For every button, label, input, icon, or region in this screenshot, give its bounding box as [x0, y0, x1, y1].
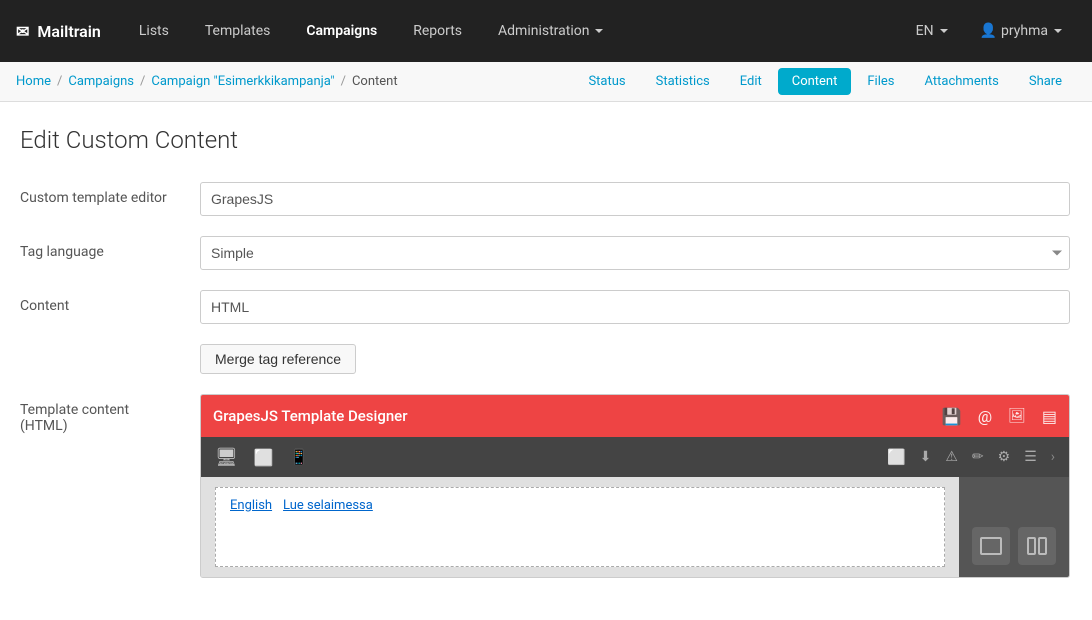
grapes-canvas-link-lue[interactable]: Lue selaimessa: [283, 498, 373, 513]
breadcrumb-sep-3: /: [341, 74, 346, 89]
breadcrumb-campaign-name[interactable]: Campaign "Esimerkkikampanja": [151, 74, 334, 89]
tab-edit[interactable]: Edit: [726, 68, 776, 95]
tag-language-select-wrapper: Simple Handlebars None: [200, 236, 1070, 270]
tag-language-select[interactable]: Simple Handlebars None: [200, 236, 1070, 270]
grapes-save-icon[interactable]: 💾: [942, 407, 962, 426]
nav-right: EN 👤 pryhma: [902, 15, 1076, 47]
custom-template-editor-group: Custom template editor: [20, 182, 1072, 216]
tag-language-group: Tag language Simple Handlebars None: [20, 236, 1072, 270]
breadcrumb-campaigns[interactable]: Campaigns: [68, 74, 134, 89]
template-content-label: Template content (HTML): [20, 394, 200, 434]
navbar: ✉ Mailtrain Lists Templates Campaigns Re…: [0, 0, 1092, 62]
breadcrumb-sep-1: /: [57, 74, 62, 89]
nav-lists[interactable]: Lists: [125, 15, 183, 47]
grapes-designer: GrapesJS Template Designer 💾 @ 🖼 ▤ 🖥 ⬜ 📱: [200, 394, 1070, 578]
content-group: Content: [20, 290, 1072, 324]
tab-files[interactable]: Files: [853, 68, 908, 95]
nav-templates[interactable]: Templates: [191, 15, 285, 47]
tab-status[interactable]: Status: [574, 68, 639, 95]
template-content-group: Template content (HTML) GrapesJS Templat…: [20, 394, 1072, 578]
grapes-header: GrapesJS Template Designer 💾 @ 🖼 ▤: [201, 395, 1069, 437]
tab-content[interactable]: Content: [778, 68, 852, 95]
grapes-menu-icon[interactable]: ☰: [1020, 445, 1041, 469]
grapes-pencil-icon[interactable]: ✏: [968, 445, 988, 469]
tab-share[interactable]: Share: [1015, 68, 1076, 95]
tag-language-label: Tag language: [20, 236, 200, 260]
subnav: Home / Campaigns / Campaign "Esimerkkika…: [0, 62, 1092, 102]
nav-user[interactable]: 👤 pryhma: [966, 15, 1076, 47]
nav-administration[interactable]: Administration: [484, 15, 617, 47]
merge-tag-reference-button[interactable]: Merge tag reference: [200, 344, 356, 374]
grapes-settings-icon[interactable]: ⚙: [994, 445, 1015, 469]
subnav-tabs: Status Statistics Edit Content Files Att…: [574, 68, 1076, 95]
content-label: Content: [20, 290, 200, 314]
grapes-content: English Lue selaimessa: [201, 477, 1069, 577]
envelope-icon: ✉: [16, 22, 29, 41]
grapes-canvas: English Lue selaimessa: [201, 477, 959, 577]
tab-statistics[interactable]: Statistics: [642, 68, 724, 95]
page-title: Edit Custom Content: [20, 126, 1072, 154]
chevron-down-icon: [595, 29, 603, 33]
breadcrumb-home[interactable]: Home: [16, 74, 51, 89]
breadcrumb: Home / Campaigns / Campaign "Esimerkkika…: [16, 74, 574, 89]
split-view-icon: [1027, 537, 1047, 555]
grapes-extra-icon[interactable]: ›: [1047, 445, 1059, 469]
full-view-icon: [980, 537, 1002, 555]
grapes-panel-right: [959, 477, 1069, 577]
main-content: Edit Custom Content Custom template edit…: [0, 102, 1092, 618]
brand-name: Mailtrain: [37, 22, 100, 41]
grapes-panel-split-icon[interactable]: [1018, 527, 1056, 565]
grapes-tablet-icon[interactable]: ⬜: [250, 444, 278, 471]
grapes-layers-icon[interactable]: ▤: [1042, 407, 1057, 426]
chevron-down-icon-user: [1054, 29, 1062, 33]
grapes-desktop-icon[interactable]: 🖥: [211, 443, 242, 472]
merge-tag-button-row: Merge tag reference: [20, 344, 1072, 374]
grapes-select-icon[interactable]: ⬜: [883, 444, 910, 470]
grapes-toolbar: 🖥 ⬜ 📱 ⬜ ⬇ ⚠ ✏ ⚙ ☰ ›: [201, 437, 1069, 477]
grapes-warning-icon[interactable]: ⚠: [941, 445, 962, 469]
grapes-panel-full-icon[interactable]: [972, 527, 1010, 565]
breadcrumb-current: Content: [352, 74, 398, 89]
grapes-image-icon[interactable]: 🖼: [1008, 408, 1026, 424]
user-icon: 👤: [980, 23, 997, 39]
custom-template-editor-label: Custom template editor: [20, 182, 200, 206]
breadcrumb-sep-2: /: [140, 74, 145, 89]
custom-template-editor-input[interactable]: [200, 182, 1070, 216]
grapes-header-icons: 💾 @ 🖼 ▤: [942, 407, 1057, 426]
grapes-title: GrapesJS Template Designer: [213, 407, 942, 425]
chevron-down-icon-lang: [940, 29, 948, 33]
grapes-panel-icons-row: [972, 527, 1056, 565]
tab-attachments[interactable]: Attachments: [911, 68, 1013, 95]
nav-campaigns[interactable]: Campaigns: [292, 15, 391, 47]
grapes-download-icon[interactable]: ⬇: [916, 445, 936, 469]
grapes-toolbar-left: 🖥 ⬜ 📱: [211, 443, 312, 472]
grapes-canvas-inner: English Lue selaimessa: [215, 487, 945, 567]
grapes-toolbar-right: ⬜ ⬇ ⚠ ✏ ⚙ ☰ ›: [883, 444, 1059, 470]
brand-logo[interactable]: ✉ Mailtrain: [16, 22, 101, 41]
nav-language[interactable]: EN: [902, 15, 962, 47]
grapes-mobile-icon[interactable]: 📱: [286, 444, 313, 470]
nav-reports[interactable]: Reports: [399, 15, 476, 47]
content-input[interactable]: [200, 290, 1070, 324]
grapes-canvas-link-english[interactable]: English: [230, 498, 272, 513]
grapes-at-icon[interactable]: @: [978, 407, 992, 426]
